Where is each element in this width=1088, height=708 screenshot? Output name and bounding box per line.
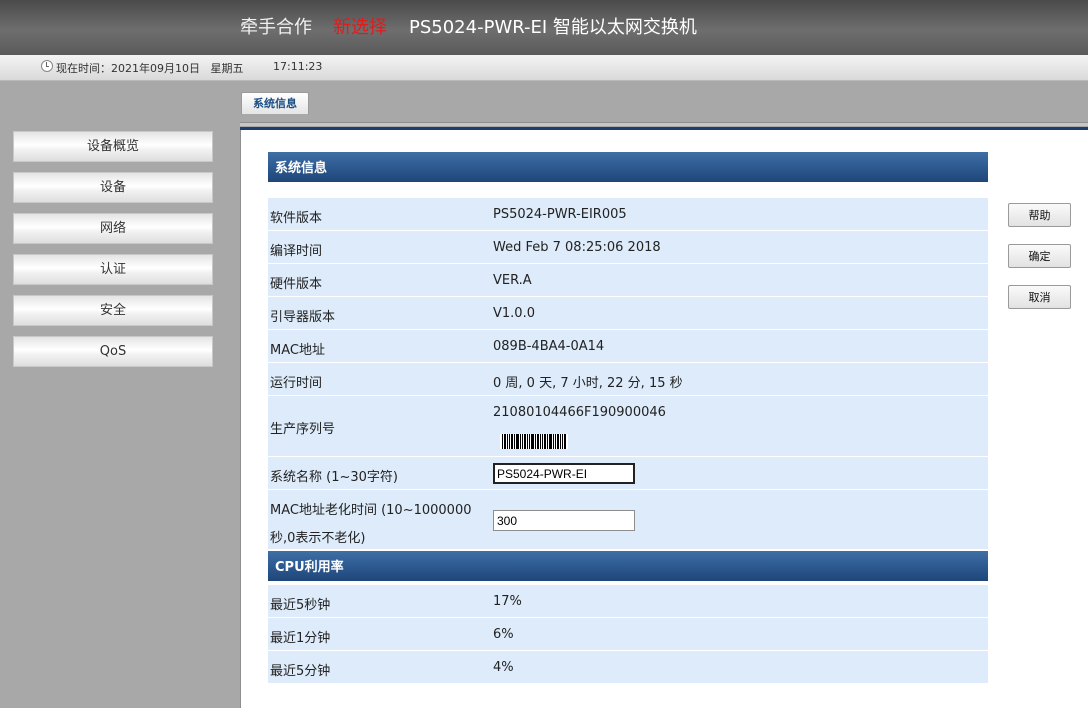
info-row: 生产序列号 21080104466F190900046: [268, 396, 988, 457]
help-button[interactable]: 帮助: [1008, 203, 1071, 227]
divider: [240, 122, 1088, 126]
mac-address-value: 089B-4BA4-0A14: [493, 339, 605, 354]
sidebar-item-security[interactable]: 安全: [13, 295, 213, 326]
sidebar-item-qos[interactable]: QoS: [13, 336, 213, 367]
clock-icon: [41, 60, 53, 72]
cpu-row: 最近1分钟 6%: [268, 618, 988, 651]
sidebar-item-device[interactable]: 设备: [13, 172, 213, 203]
info-row: 硬件版本 VER.A: [268, 264, 988, 297]
row-label: 运行时间: [270, 376, 323, 391]
sidebar-item-authentication[interactable]: 认证: [13, 254, 213, 285]
info-row: MAC地址老化时间 (10~1000000 秒,0表示不老化): [268, 490, 988, 550]
compile-time-value: Wed Feb 7 08:25:06 2018: [493, 240, 661, 255]
tab-strip: [240, 114, 1088, 122]
row-label: 引导器版本: [270, 310, 336, 325]
system-name-input[interactable]: [493, 463, 635, 484]
row-label: 生产序列号: [270, 422, 336, 437]
row-label: 最近5分钟: [270, 664, 331, 679]
sidebar-menu: 设备概览 设备 网络 认证 安全 QoS: [13, 131, 213, 377]
cancel-button[interactable]: 取消: [1008, 285, 1071, 309]
mac-aging-label-line1: MAC地址老化时间 (10~1000000: [270, 503, 472, 518]
info-row: 运行时间 0 周, 0 天, 7 小时, 22 分, 15 秒: [268, 363, 988, 396]
barcode-icon: [500, 434, 568, 449]
row-label: MAC地址: [270, 343, 325, 358]
cpu-row: 最近5秒钟 17%: [268, 585, 988, 618]
product-title: PS5024-PWR-EI 智能以太网交换机: [409, 17, 697, 38]
current-time: 17:11:23: [273, 60, 323, 73]
sidebar-item-network[interactable]: 网络: [13, 213, 213, 244]
ok-button[interactable]: 确定: [1008, 244, 1071, 268]
tab-system-info[interactable]: 系统信息: [241, 92, 309, 115]
mac-aging-label-line2: 秒,0表示不老化): [270, 531, 366, 546]
serial-number-value: 21080104466F190900046: [493, 405, 666, 420]
info-row: MAC地址 089B-4BA4-0A14: [268, 330, 988, 363]
cpu-5s-value: 17%: [493, 594, 522, 609]
section-header-system-info: 系统信息: [268, 152, 988, 182]
section-header-cpu: CPU利用率: [268, 551, 988, 581]
info-row: 软件版本 PS5024-PWR-EIR005: [268, 198, 988, 231]
bootloader-version-value: V1.0.0: [493, 306, 535, 321]
info-row: 系统名称 (1~30字符): [268, 457, 988, 490]
row-label: 软件版本: [270, 211, 323, 226]
row-label: 编译时间: [270, 244, 323, 259]
row-label: 最近1分钟: [270, 631, 331, 646]
brand-slogan: 牵手合作: [240, 17, 312, 38]
hardware-version-value: VER.A: [493, 273, 532, 288]
current-date: 现在时间：2021年09月10日 星期五: [56, 62, 244, 75]
info-row: 编译时间 Wed Feb 7 08:25:06 2018: [268, 231, 988, 264]
brand-slogan-highlight: 新选择: [333, 17, 387, 38]
mac-aging-input[interactable]: [493, 510, 635, 531]
uptime-value: 0 周, 0 天, 7 小时, 22 分, 15 秒: [493, 376, 683, 391]
cpu-1m-value: 6%: [493, 627, 514, 642]
row-label: 硬件版本: [270, 277, 323, 292]
row-label: 最近5秒钟: [270, 598, 331, 613]
software-version-value: PS5024-PWR-EIR005: [493, 207, 627, 222]
sidebar-item-device-overview[interactable]: 设备概览: [13, 131, 213, 162]
info-row: 引导器版本 V1.0.0: [268, 297, 988, 330]
system-name-label: 系统名称 (1~30字符): [270, 470, 398, 485]
cpu-row: 最近5分钟 4%: [268, 651, 988, 684]
cpu-5m-value: 4%: [493, 660, 514, 675]
